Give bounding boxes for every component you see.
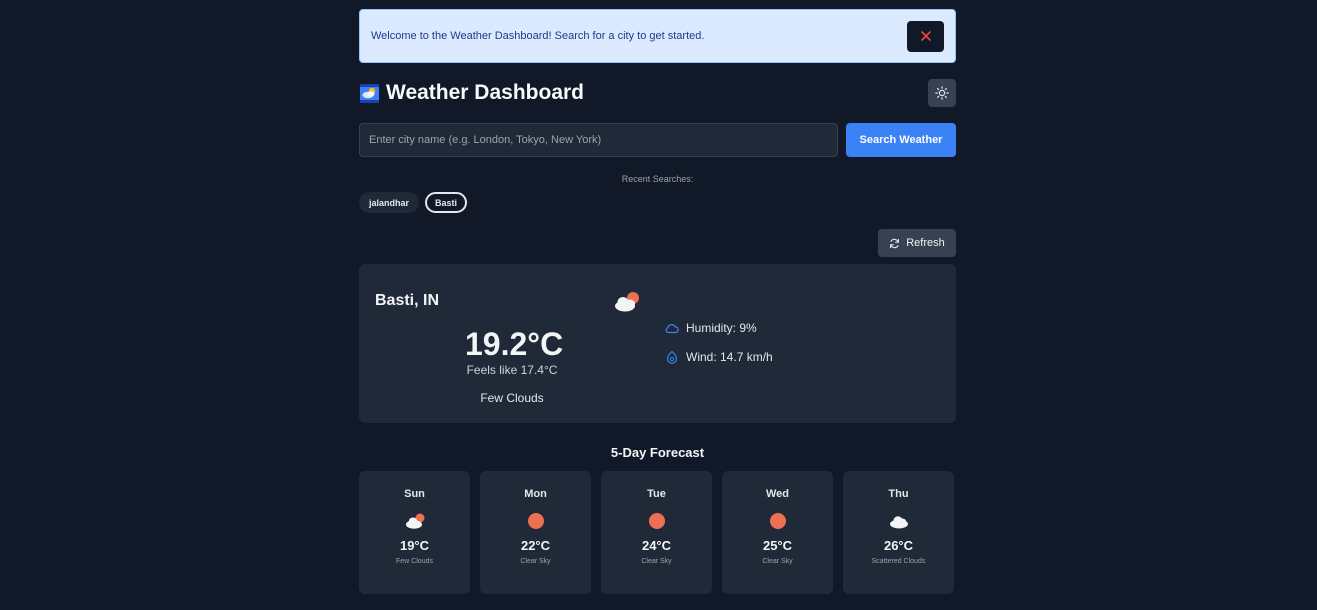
scattered-clouds-icon — [889, 516, 908, 529]
refresh-label: Refresh — [906, 237, 945, 249]
refresh-row: Refresh — [359, 229, 956, 257]
forecast-desc: Clear Sky — [762, 558, 793, 565]
forecast-day: Tue — [647, 488, 666, 500]
theme-toggle-button[interactable] — [928, 79, 956, 107]
current-weather-card: Basti, IN 19.2°C Feels like 17.4°C Few C… — [359, 264, 956, 423]
forecast-desc: Few Clouds — [396, 558, 433, 565]
refresh-button[interactable]: Refresh — [878, 229, 956, 257]
current-temperature: 19.2°C — [465, 326, 564, 362]
forecast-desc: Clear Sky — [641, 558, 672, 565]
cloud-icon — [665, 324, 679, 334]
recent-searches: jalandhar Basti — [359, 192, 956, 213]
forecast-title: 5-Day Forecast — [610, 445, 705, 460]
forecast-day: Sun — [404, 488, 425, 500]
page-title: Weather Dashboard — [386, 81, 584, 104]
recent-chip-jalandhar[interactable]: jalandhar — [359, 192, 420, 213]
forecast-card-wed: Wed 25°C Clear Sky — [722, 471, 833, 594]
forecast-temp: 26°C — [883, 538, 914, 553]
wind-icon — [666, 350, 678, 364]
recent-searches-label: Recent Searches: — [621, 174, 694, 184]
wind-stat: Wind: 14.7 km/h — [665, 350, 773, 364]
clear-sky-icon — [769, 513, 786, 529]
forecast-card-tue: Tue 24°C Clear Sky — [601, 471, 712, 594]
city-search-input[interactable] — [359, 123, 838, 157]
forecast-temp: 22°C — [520, 538, 551, 553]
recent-chip-basti[interactable]: Basti — [425, 192, 468, 213]
banner-message: Welcome to the Weather Dashboard! Search… — [371, 30, 705, 42]
weather-description: Few Clouds — [480, 391, 544, 405]
forecast-card-sun: Sun 19°C Few Clouds — [359, 471, 470, 594]
weather-app-icon — [360, 83, 379, 103]
search-row: Search Weather — [359, 123, 956, 157]
forecast-card-thu: Thu 26°C Scattered Clouds — [843, 471, 954, 594]
sun-icon — [935, 86, 949, 100]
forecast-temp: 25°C — [762, 538, 793, 553]
title-wrap: Weather Dashboard — [359, 81, 584, 105]
forecast-temp: 24°C — [641, 538, 672, 553]
welcome-banner: Welcome to the Weather Dashboard! Search… — [359, 9, 956, 63]
forecast-day: Wed — [765, 488, 790, 500]
forecast-day: Mon — [524, 488, 547, 500]
forecast-temp: 19°C — [399, 538, 430, 553]
forecast-row: Sun 19°C Few Clouds Mon 22°C Clear Sky T… — [359, 471, 956, 594]
few-clouds-icon — [615, 292, 639, 312]
wind-value: Wind: 14.7 km/h — [686, 350, 773, 364]
forecast-desc: Clear Sky — [520, 558, 551, 565]
refresh-icon — [890, 238, 900, 248]
clear-sky-icon — [648, 513, 665, 529]
clear-sky-icon — [527, 513, 544, 529]
header: Weather Dashboard — [359, 79, 956, 107]
feels-like: Feels like 17.4°C — [466, 363, 558, 377]
humidity-value: Humidity: 9% — [686, 321, 757, 335]
city-name: Basti, IN — [375, 292, 440, 309]
humidity-stat: Humidity: 9% — [665, 321, 757, 335]
search-weather-button[interactable]: Search Weather — [846, 123, 956, 157]
forecast-card-mon: Mon 22°C Clear Sky — [480, 471, 591, 594]
close-icon — [920, 31, 931, 41]
forecast-desc: Scattered Clouds — [871, 558, 926, 565]
forecast-day: Thu — [888, 488, 909, 500]
few-clouds-icon — [405, 513, 424, 529]
dashboard-container: Welcome to the Weather Dashboard! Search… — [359, 9, 956, 594]
banner-close-button[interactable] — [907, 20, 944, 52]
